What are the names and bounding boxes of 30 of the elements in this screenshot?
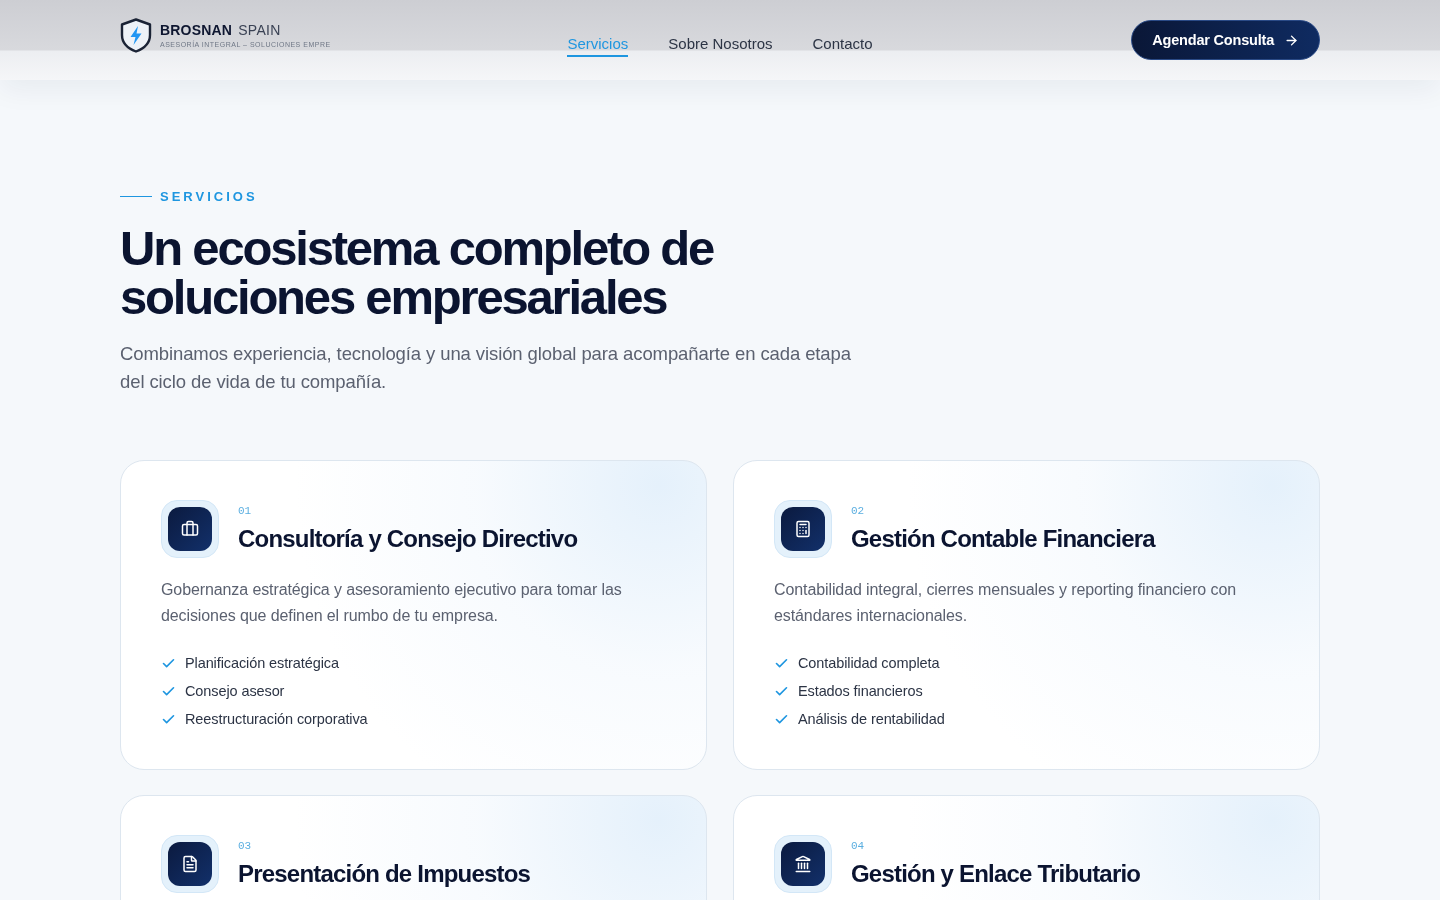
service-number: 02: [851, 505, 866, 517]
briefcase-icon: [161, 500, 219, 558]
arrow-right-icon: [1284, 32, 1299, 48]
feature-item: Estados financieros: [798, 683, 923, 699]
service-number: 01: [238, 505, 253, 517]
nav-link[interactable]: Sobre Nosotros: [668, 31, 773, 57]
schedule-consultation-button[interactable]: Agendar Consulta: [1131, 20, 1320, 60]
service-title: Gestión Contable Financiera: [851, 524, 1155, 554]
calculator-icon: [774, 500, 832, 558]
section-subtitle: Combinamos experiencia, tecnología y una visión global para acompañarte en cada etapa del ciclo de vida de tu compañía.: [120, 342, 852, 394]
nav-link[interactable]: Contacto: [812, 31, 873, 57]
document-icon: [161, 835, 219, 893]
bank-building-icon: [774, 835, 832, 893]
feature-item: Contabilidad completa: [798, 655, 940, 671]
service-description: Gobernanza estratégica y asesoramiento ejecutivo para tomar las decisiones que definen el rumbo de tu empresa.: [161, 580, 623, 626]
service-number: 03: [238, 840, 253, 852]
brand-suffix: SPAIN: [238, 21, 281, 38]
service-title: Presentación de Impuestos: [238, 859, 531, 889]
service-number: 04: [851, 840, 866, 852]
feature-item: Reestructuración corporativa: [185, 711, 368, 727]
feature-item: Consejo asesor: [185, 683, 285, 699]
service-title: Gestión y Enlace Tributario: [851, 859, 1141, 889]
feature-item: Planificación estratégica: [185, 655, 339, 671]
feature-item: Análisis de rentabilidad: [798, 711, 945, 727]
brand-name: BROSNAN: [160, 21, 233, 38]
shield-bolt-logo-icon: [120, 17, 152, 53]
section-eyebrow: SERVICIOS: [160, 188, 258, 204]
section-title: Un ecosistema completo de soluciones empresariales: [120, 224, 715, 322]
service-title: Consultoría y Consejo Directivo: [238, 524, 578, 554]
service-description: Contabilidad integral, cierres mensuales y reporting financiero con estándares internacionales.: [774, 580, 1237, 626]
